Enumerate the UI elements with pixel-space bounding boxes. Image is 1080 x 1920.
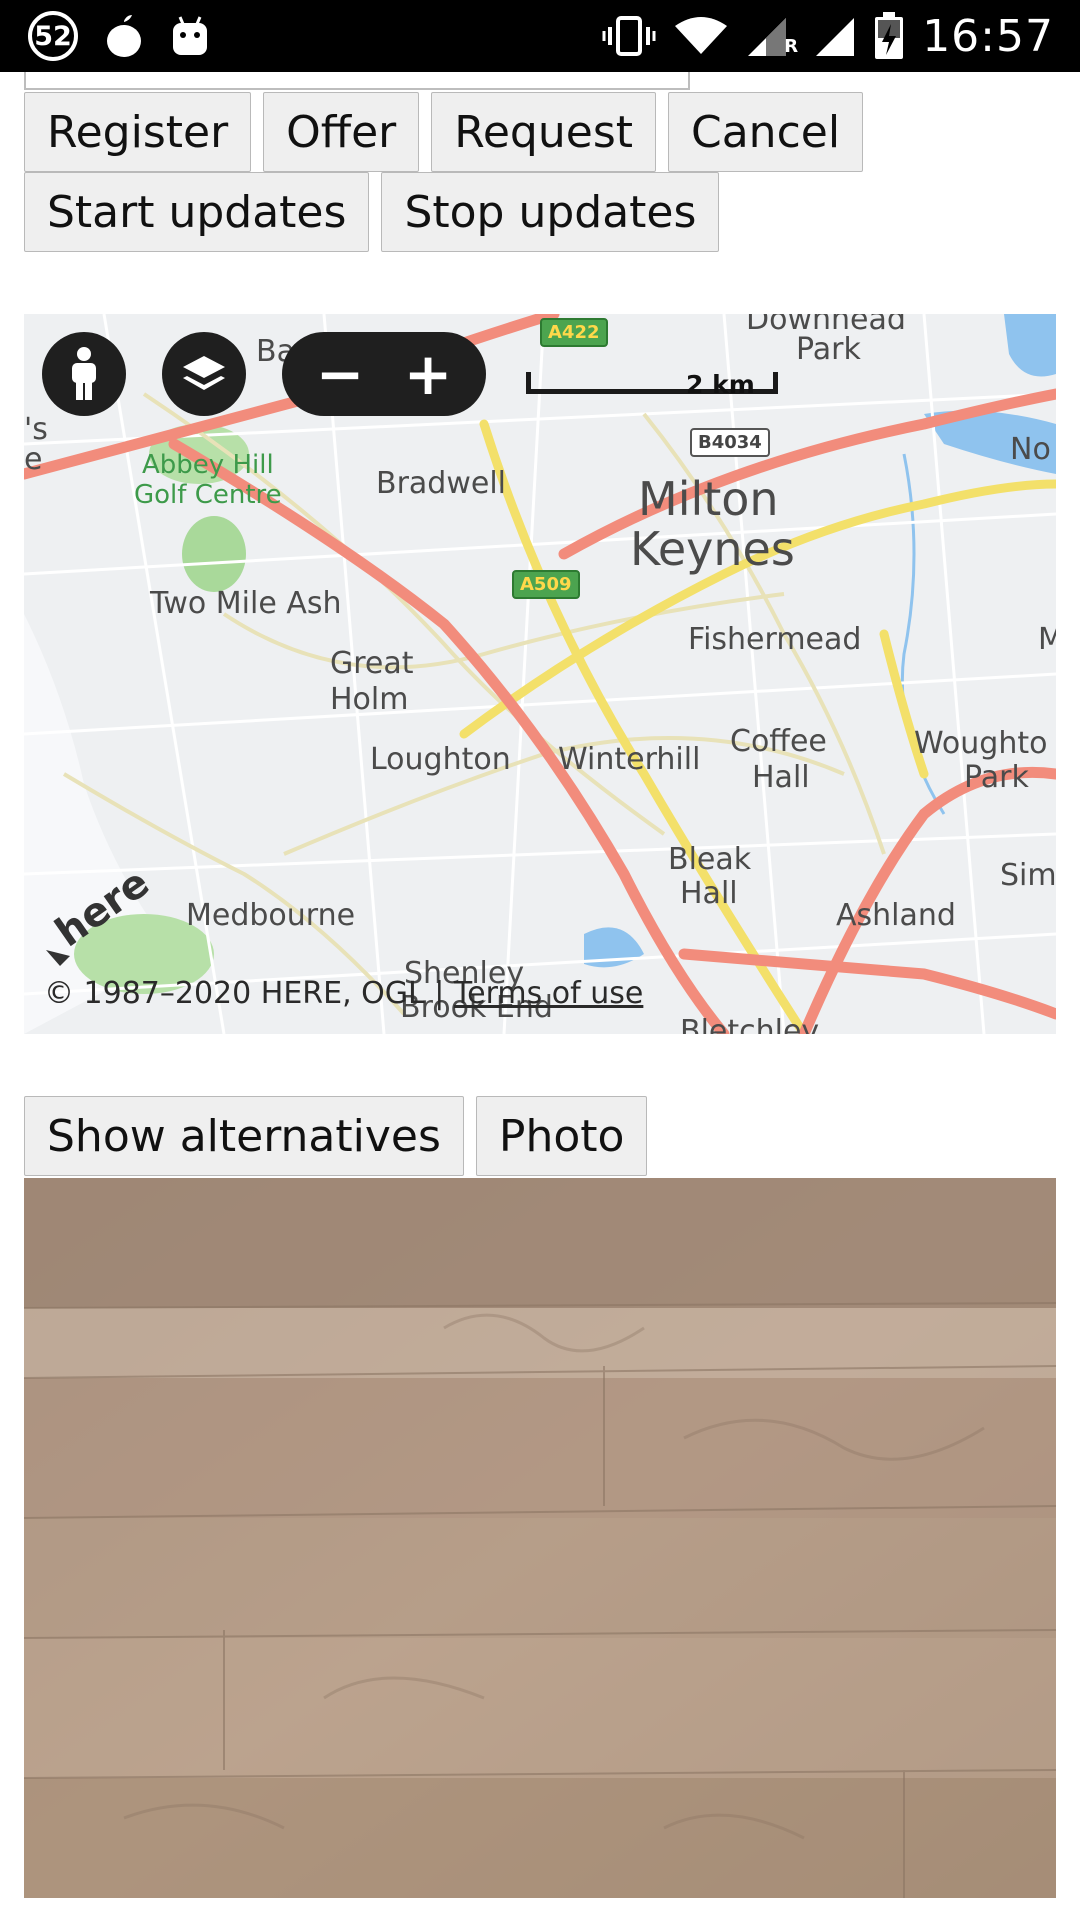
zoom-out-button[interactable]: − bbox=[305, 339, 375, 409]
map-label-bleak: Bleak bbox=[668, 842, 752, 877]
cancel-button[interactable]: Cancel bbox=[668, 92, 864, 172]
map-label-keynes: Keynes bbox=[630, 522, 795, 576]
map-label-downhead-park: Park bbox=[796, 332, 861, 367]
layers-icon bbox=[183, 356, 225, 390]
photo-button-row: Show alternatives Photo bbox=[24, 1096, 648, 1176]
map-label-bletchley: Bletchley bbox=[680, 1014, 820, 1034]
map-label-great: Great bbox=[330, 646, 414, 681]
offer-button[interactable]: Offer bbox=[263, 92, 420, 172]
photo-preview bbox=[24, 1178, 1056, 1898]
map-label-winterhill: Winterhill bbox=[558, 742, 701, 777]
map-label-medbourne: Medbourne bbox=[186, 898, 356, 933]
signal-roaming-icon: R bbox=[746, 14, 799, 58]
map-scale-label: 2 km bbox=[686, 370, 755, 399]
wifi-icon bbox=[675, 17, 728, 54]
zoom-control: − + bbox=[282, 332, 486, 416]
road-shield-a509: A509 bbox=[512, 570, 580, 599]
layers-button[interactable] bbox=[162, 332, 246, 416]
map-copyright-text: © 1987–2020 HERE, OGL | bbox=[44, 976, 454, 1011]
map-label-coffee-hall: Hall bbox=[752, 760, 810, 795]
map-label-e: e bbox=[24, 442, 43, 477]
register-button[interactable]: Register bbox=[24, 92, 252, 172]
map-label-woughton: Woughto bbox=[914, 726, 1048, 761]
status-bar: 52 R 16:57 bbox=[0, 0, 1080, 72]
clock: 16:57 bbox=[922, 10, 1054, 62]
action-button-row: Register Offer Request Cancel bbox=[24, 92, 864, 172]
signal-icon bbox=[816, 18, 855, 56]
map-label-bradwell: Bradwell bbox=[376, 466, 507, 501]
map-label-m: M bbox=[1038, 622, 1056, 657]
fruit-app-icon bbox=[107, 15, 141, 57]
map-label-ashland: Ashland bbox=[836, 898, 956, 933]
map-label-bleak-hall: Hall bbox=[680, 876, 738, 911]
map-label-coffee: Coffee bbox=[730, 724, 827, 759]
stop-updates-button[interactable]: Stop updates bbox=[381, 172, 720, 252]
map-attribution: © 1987–2020 HERE, OGL | Terms of use bbox=[44, 976, 643, 1011]
map-label-loughton: Loughton bbox=[370, 742, 511, 777]
map-label-two-mile-ash: Two Mile Ash bbox=[150, 586, 342, 621]
status-bar-left: 52 bbox=[28, 10, 210, 62]
map-label-golf-centre: Golf Centre bbox=[134, 480, 282, 510]
map-label-holm: Holm bbox=[330, 682, 409, 717]
map-label-fishermead: Fishermead bbox=[688, 622, 862, 657]
status-bar-right: R 16:57 bbox=[602, 8, 1054, 64]
notification-badge: 52 bbox=[28, 11, 78, 61]
photo-button[interactable]: Photo bbox=[475, 1096, 648, 1176]
person-icon bbox=[72, 347, 96, 400]
android-icon bbox=[173, 16, 207, 55]
person-button[interactable] bbox=[42, 332, 126, 416]
request-button[interactable]: Request bbox=[431, 92, 656, 172]
roaming-label: R bbox=[784, 36, 799, 57]
map-label-woughton-park: Park bbox=[964, 760, 1029, 795]
road-shield-a422: A422 bbox=[540, 318, 608, 347]
text-input-bottom-edge[interactable] bbox=[24, 72, 690, 90]
wood-floor-image bbox=[24, 1178, 1056, 1898]
road-shield-b4034: B4034 bbox=[690, 428, 770, 457]
map-label-no: No bbox=[1010, 432, 1051, 467]
terms-of-use-link[interactable]: Terms of use bbox=[454, 976, 643, 1011]
map-view[interactable]: Downhead Park Ba 's e Abbey Hill Golf Ce… bbox=[24, 314, 1056, 1034]
vibrate-icon bbox=[602, 16, 656, 56]
zoom-in-button[interactable]: + bbox=[393, 339, 463, 409]
map-label-sim: Sim bbox=[1000, 858, 1056, 893]
map-label-milton: Milton bbox=[638, 472, 779, 526]
show-alternatives-button[interactable]: Show alternatives bbox=[24, 1096, 464, 1176]
updates-button-row: Start updates Stop updates bbox=[24, 172, 720, 252]
battery-charging-icon bbox=[875, 12, 904, 59]
here-logo-text: here bbox=[47, 870, 156, 956]
start-updates-button[interactable]: Start updates bbox=[24, 172, 370, 252]
map-label-abbey-hill: Abbey Hill bbox=[142, 450, 274, 480]
here-logo-icon: here bbox=[46, 870, 156, 966]
